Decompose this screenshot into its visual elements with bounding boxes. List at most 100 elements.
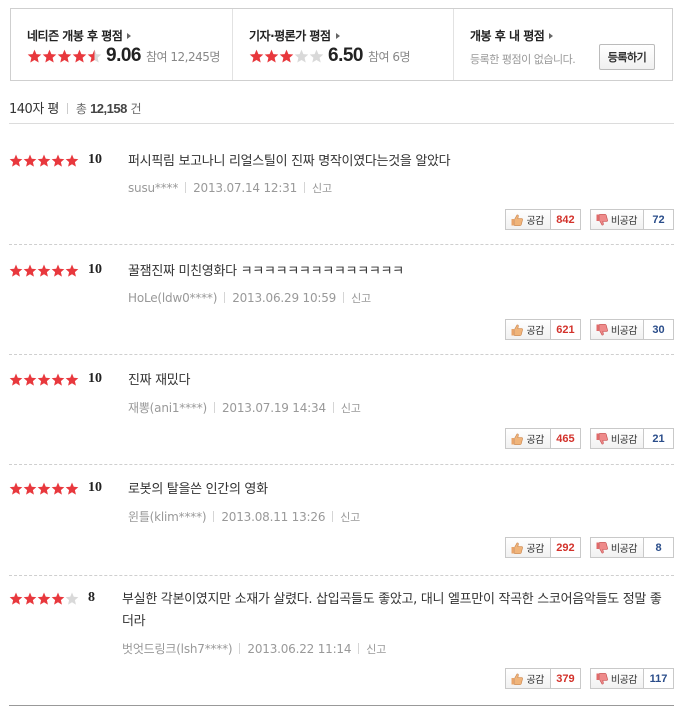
star-icon [65, 154, 79, 168]
disagree-button[interactable]: 비공감 [589, 668, 644, 689]
review-author[interactable]: 벗엇드링크(lsh7****) [122, 642, 233, 656]
report-link[interactable]: 신고 [312, 182, 332, 195]
divider [66, 103, 68, 114]
star-icon [249, 49, 264, 64]
thumbs-down-icon [596, 432, 608, 444]
disagree-count: 30 [644, 319, 674, 340]
disagree-button[interactable]: 비공감 [589, 319, 644, 340]
thumbs-up-icon [511, 324, 524, 336]
star-icon [37, 373, 51, 387]
vote-controls: 공감 292 비공감 8 [505, 537, 674, 558]
review-date: 2013.06.22 11:14 [247, 642, 352, 656]
star-icon [57, 49, 72, 64]
divider [213, 511, 215, 522]
report-link[interactable]: 신고 [366, 643, 386, 656]
star-icon [65, 373, 79, 387]
thumbs-down-icon [596, 213, 608, 225]
review-score: 10 [88, 152, 102, 167]
star-icon [23, 154, 37, 168]
star-icon [42, 49, 57, 64]
review-text: 꿀잼진짜 미친영화다 ㅋㅋㅋㅋㅋㅋㅋㅋㅋㅋㅋㅋㅋㅋ [128, 264, 404, 279]
thumbs-up-icon [511, 214, 524, 226]
vote-controls: 공감 621 비공감 30 [505, 319, 674, 340]
agree-button[interactable]: 공감 [505, 209, 551, 230]
disagree-button[interactable]: 비공감 [589, 209, 644, 230]
divider [9, 464, 674, 465]
my-rating-empty-message: 등록한 평점이 없습니다. [470, 53, 576, 66]
thumbs-up-icon [511, 673, 524, 685]
review-author[interactable]: 윈틀(klim****) [128, 510, 207, 524]
review-author[interactable]: HoLe(ldw0****) [128, 291, 217, 305]
thumbs-down-icon [596, 672, 608, 684]
star-icon [23, 373, 37, 387]
thumbs-up-icon [511, 433, 524, 445]
divider [185, 182, 187, 193]
review-author[interactable]: 재뽕(ani1****) [128, 401, 207, 415]
review-item: 10 퍼시픽림 보고나니 리얼스틸이 진짜 명작이였다는것을 알았다 susu*… [9, 152, 674, 245]
star-icon [279, 49, 294, 64]
review-item: 10 꿀잼진짜 미친영화다 ㅋㅋㅋㅋㅋㅋㅋㅋㅋㅋㅋㅋㅋㅋ HoLe(ldw0**… [9, 262, 674, 355]
review-star-rating [9, 482, 79, 496]
divider [343, 292, 345, 303]
star-icon [37, 154, 51, 168]
star-icon [9, 373, 23, 387]
divider [358, 643, 360, 654]
critic-score: 6.50 [328, 45, 363, 66]
disagree-button[interactable]: 비공감 [589, 428, 644, 449]
divider [9, 123, 674, 124]
review-date: 2013.07.14 12:31 [193, 181, 298, 195]
rating-summary: 네티즌 개봉 후 평점 9.06 참여 12,245명 기자·평론가 평점 6.… [10, 8, 673, 81]
disagree-count: 72 [644, 209, 674, 230]
agree-button[interactable]: 공감 [505, 537, 551, 558]
my-rating: 개봉 후 내 평점 등록한 평점이 없습니다. 등록하기 [453, 9, 672, 80]
star-icon [65, 264, 79, 278]
star-icon [51, 373, 65, 387]
review-text: 진짜 재밌다 [128, 373, 191, 388]
arrow-right-icon [549, 33, 554, 39]
report-link[interactable]: 신고 [351, 292, 371, 305]
review-star-rating [9, 154, 79, 168]
review-star-rating [9, 592, 79, 606]
agree-count: 292 [550, 537, 581, 558]
register-rating-button[interactable]: 등록하기 [599, 44, 655, 70]
star-icon [27, 49, 42, 64]
review-date: 2013.07.19 14:34 [221, 401, 326, 415]
vote-controls: 공감 842 비공감 72 [505, 209, 674, 230]
star-icon [9, 154, 23, 168]
disagree-button[interactable]: 비공감 [589, 537, 644, 558]
star-icon [37, 482, 51, 496]
review-score: 10 [88, 480, 102, 495]
disagree-count: 117 [644, 668, 674, 689]
review-item: 10 로봇의 탈을쓴 인간의 영화 윈틀(klim****) 2013.08.11… [9, 480, 674, 576]
review-text: 로봇의 탈을쓴 인간의 영화 [128, 482, 268, 497]
disagree-count: 21 [644, 428, 674, 449]
critic-rating-title[interactable]: 기자·평론가 평점 [249, 27, 453, 44]
divider [213, 402, 215, 413]
report-link[interactable]: 신고 [341, 402, 361, 415]
agree-count: 379 [550, 668, 581, 689]
total-unit: 건 [130, 102, 142, 116]
report-link[interactable]: 신고 [340, 511, 360, 524]
my-rating-title[interactable]: 개봉 후 내 평점 [470, 27, 672, 44]
total-label: 총 [75, 102, 87, 116]
star-icon [23, 264, 37, 278]
star-icon [309, 49, 324, 64]
netizen-rating: 네티즌 개봉 후 평점 9.06 참여 12,245명 [11, 9, 232, 80]
critic-star-rating [249, 49, 324, 64]
review-text: 부실한 각본이였지만 소재가 살렸다. 삽입곡들도 좋았고, 대니 엘프만이 작… [122, 592, 662, 629]
thumbs-down-icon [596, 323, 608, 335]
star-icon [37, 592, 51, 606]
divider [9, 354, 674, 355]
netizen-rating-title[interactable]: 네티즌 개봉 후 평점 [27, 27, 232, 44]
vote-controls: 공감 379 비공감 117 [505, 668, 674, 689]
agree-button[interactable]: 공감 [505, 668, 551, 689]
review-star-rating [9, 264, 79, 278]
review-author[interactable]: susu**** [128, 181, 178, 195]
review-item: 8 부실한 각본이였지만 소재가 살렸다. 삽입곡들도 좋았고, 대니 엘프만이… [9, 590, 674, 706]
star-icon [23, 592, 37, 606]
star-icon [51, 482, 65, 496]
agree-button[interactable]: 공감 [505, 428, 551, 449]
review-score: 8 [88, 590, 95, 605]
review-list-heading: 140자 평 총 12,158 건 [9, 98, 141, 117]
agree-button[interactable]: 공감 [505, 319, 551, 340]
